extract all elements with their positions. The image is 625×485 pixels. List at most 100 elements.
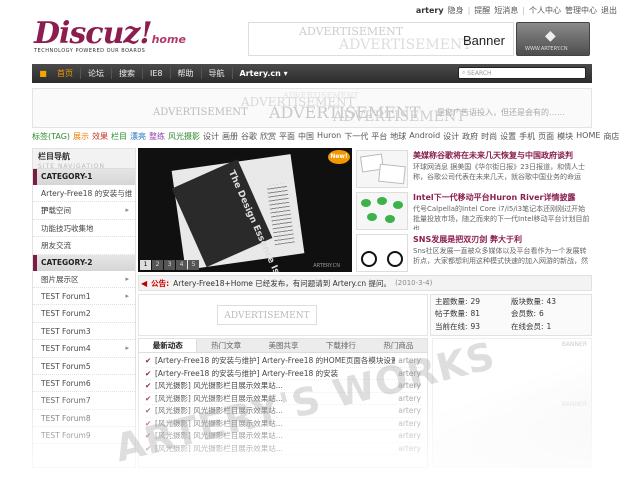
- tag-link[interactable]: Huron: [317, 131, 341, 143]
- news-thumbnail[interactable]: [356, 234, 408, 272]
- invisible-link[interactable]: 隐身: [448, 5, 464, 16]
- site-logo[interactable]: Discuz!home TECHNOLOGY POWERED OUR BOARD…: [34, 18, 186, 62]
- image-slideshow[interactable]: The Design Essence Is The Creation New! …: [138, 148, 352, 272]
- tag-link[interactable]: 展示: [73, 131, 89, 143]
- tab-item[interactable]: 热门文章: [197, 339, 254, 352]
- tab-item[interactable]: 最新动态: [139, 339, 198, 352]
- sidebar-item[interactable]: 功能技巧收集地: [33, 220, 135, 238]
- profile-link[interactable]: 个人中心: [529, 5, 561, 16]
- header-side-box[interactable]: ◆ WWW.ARTERY.CN: [516, 22, 590, 56]
- nav-item-navigation[interactable]: 导航: [202, 68, 233, 79]
- nav-item-help[interactable]: 帮助: [171, 68, 202, 79]
- tag-link[interactable]: 设置: [500, 131, 516, 143]
- news-item[interactable]: SNS发展是把双刃剑 弊大于利 Sns社区发展一直被众多媒体以及平台看作为一个发…: [356, 232, 592, 274]
- tag-link[interactable]: 时尚: [481, 131, 497, 143]
- tag-link[interactable]: 平台: [371, 131, 387, 143]
- sidebar-item[interactable]: 下载空间 ▸: [33, 202, 135, 220]
- list-item[interactable]: ✔ [风光摄影] 风光摄影栏目展示效果站... artery: [145, 380, 421, 393]
- logout-link[interactable]: 退出: [601, 5, 617, 16]
- list-item-title[interactable]: [Artery-Free18 的安装与维护] Artery-Free18 的安装: [155, 368, 395, 380]
- slide-page-button[interactable]: 3: [164, 260, 175, 270]
- news-title[interactable]: 美媒称谷歌将在未来几天恢复与中国政府谈判: [413, 150, 573, 161]
- tag-link[interactable]: 风光摄影: [168, 131, 200, 143]
- sidebar-category-2[interactable]: CATEGORY-2: [33, 254, 135, 271]
- announcement-text[interactable]: Artery-Free18+Home 已经发布，有问题请到 Artery.cn …: [173, 278, 391, 289]
- list-item-title[interactable]: [风光摄影] 风光摄影栏目展示效果站...: [155, 430, 395, 442]
- tag-link[interactable]: 效果: [92, 131, 108, 143]
- tag-link[interactable]: 画册: [222, 131, 238, 143]
- list-item-title[interactable]: [风光摄影] 风光摄影栏目展示效果站...: [155, 418, 395, 430]
- home-icon[interactable]: ■: [36, 67, 50, 81]
- nav-item-search[interactable]: 搜索: [112, 68, 143, 79]
- nav-item-forum[interactable]: 论坛: [81, 68, 112, 79]
- sidebar-item[interactable]: TEST Forum3: [33, 323, 135, 341]
- news-title[interactable]: Intel下一代移动平台Huron River详情披露: [413, 192, 575, 203]
- admin-link[interactable]: 管理中心: [565, 5, 597, 16]
- tag-link[interactable]: 模块: [557, 131, 573, 143]
- list-item[interactable]: ✔ [Artery-Free18 的安装与维护] Artery-Free18 的H…: [145, 355, 421, 368]
- tag-link[interactable]: 设计: [203, 131, 219, 143]
- sidebar-item[interactable]: TEST Forum8: [33, 410, 135, 428]
- search-input[interactable]: ⌕ SEARCH: [458, 67, 586, 79]
- list-item[interactable]: ✔ [Artery-Free18 的安装与维护] Artery-Free18 的安…: [145, 368, 421, 380]
- sidebar-item[interactable]: 朋友交流: [33, 237, 135, 255]
- list-item-author[interactable]: artery: [395, 393, 421, 405]
- list-item-author[interactable]: artery: [395, 368, 421, 380]
- sidebar-item[interactable]: TEST Forum9: [33, 427, 135, 445]
- list-item-title[interactable]: [风光摄影] 风光摄影栏目展示效果站...: [155, 380, 395, 392]
- sidebar-item[interactable]: Artery-Free18 的安装与维护: [33, 185, 135, 215]
- header-banner[interactable]: ADVERTISEMENT ADVERTISEMENT Banner: [248, 22, 514, 56]
- sidebar-item[interactable]: TEST Forum6: [33, 375, 135, 393]
- slide-page-button[interactable]: 5: [188, 260, 199, 270]
- tag-link[interactable]: HOME: [576, 131, 600, 143]
- tag-link[interactable]: Android: [409, 131, 440, 143]
- nav-item-artery-dropdown[interactable]: Artery.cn ▾: [233, 68, 295, 79]
- tab-item[interactable]: 美图共享: [255, 339, 312, 352]
- tab-item[interactable]: 下载排行: [312, 339, 369, 352]
- tag-link[interactable]: 漂亮: [130, 131, 146, 143]
- slide-page-button[interactable]: 4: [176, 260, 187, 270]
- sidebar-item[interactable]: TEST Forum5: [33, 358, 135, 375]
- tag-link[interactable]: 栏目: [111, 131, 127, 143]
- tag-link[interactable]: 商店: [603, 131, 619, 143]
- list-item-author[interactable]: artery: [395, 405, 421, 417]
- tag-link[interactable]: 整练: [149, 131, 165, 143]
- tag-link[interactable]: 地球: [390, 131, 406, 143]
- list-item-author[interactable]: artery: [395, 418, 421, 430]
- tab-item[interactable]: 热门商品: [370, 339, 427, 352]
- list-item[interactable]: ✔ [风光摄影] 风光摄影栏目展示效果站... artery: [145, 418, 421, 430]
- nav-item-home[interactable]: 首页: [50, 68, 81, 79]
- sidebar-item[interactable]: TEST Forum2: [33, 305, 135, 323]
- list-item-author[interactable]: artery: [395, 380, 421, 392]
- small-advertisement[interactable]: ADVERTISEMENT: [138, 294, 428, 336]
- sidebar-item[interactable]: TEST Forum4 ▸: [33, 340, 135, 358]
- tag-link[interactable]: 政府: [462, 131, 478, 143]
- news-item[interactable]: Intel下一代移动平台Huron River详情披露 代号Calpella的I…: [356, 190, 592, 232]
- list-item-title[interactable]: [Artery-Free18 的安装与维护] Artery-Free18 的HO…: [155, 355, 395, 367]
- sidebar-item[interactable]: 图片展示区 ▸: [33, 271, 135, 288]
- tag-link[interactable]: 中国: [298, 131, 314, 143]
- news-thumbnail[interactable]: [356, 192, 408, 230]
- news-thumbnail[interactable]: [356, 150, 408, 188]
- tag-link[interactable]: 欣赏: [260, 131, 276, 143]
- sidebar-item[interactable]: TEST Forum1 ▸: [33, 288, 135, 306]
- slide-page-button[interactable]: 1: [140, 260, 151, 270]
- username-link[interactable]: artery: [416, 6, 444, 15]
- list-item[interactable]: ✔ [风光摄影] 风光摄影栏目展示效果站... artery: [145, 405, 421, 418]
- advertisement-strip[interactable]: ADVERTISEMENT ADVERTISEMENT ADVERTISEMEN…: [32, 88, 592, 128]
- list-item-author[interactable]: artery: [395, 355, 421, 367]
- news-item[interactable]: 美媒称谷歌将在未来几天恢复与中国政府谈判 环球网消息 据美国《华尔街日报》23日…: [356, 148, 592, 190]
- list-item-title[interactable]: [风光摄影] 风光摄影栏目展示效果站...: [155, 443, 395, 455]
- list-item-author[interactable]: artery: [395, 430, 421, 442]
- sidebar-item[interactable]: TEST Forum7: [33, 392, 135, 410]
- slide-page-button[interactable]: 2: [152, 260, 163, 270]
- tag-link[interactable]: 设计: [443, 131, 459, 143]
- tag-link[interactable]: 手机: [519, 131, 535, 143]
- tag-link[interactable]: 平面: [279, 131, 295, 143]
- tag-link[interactable]: 下一代: [344, 131, 368, 143]
- tag-link[interactable]: 谷歌: [241, 131, 257, 143]
- tag-link[interactable]: 页面: [538, 131, 554, 143]
- list-item[interactable]: ✔ [风光摄影] 风光摄影栏目展示效果站... artery: [145, 430, 421, 443]
- list-item[interactable]: ✔ [风光摄影] 风光摄影栏目展示效果站... artery: [145, 393, 421, 405]
- messages-link[interactable]: 短消息: [494, 5, 518, 16]
